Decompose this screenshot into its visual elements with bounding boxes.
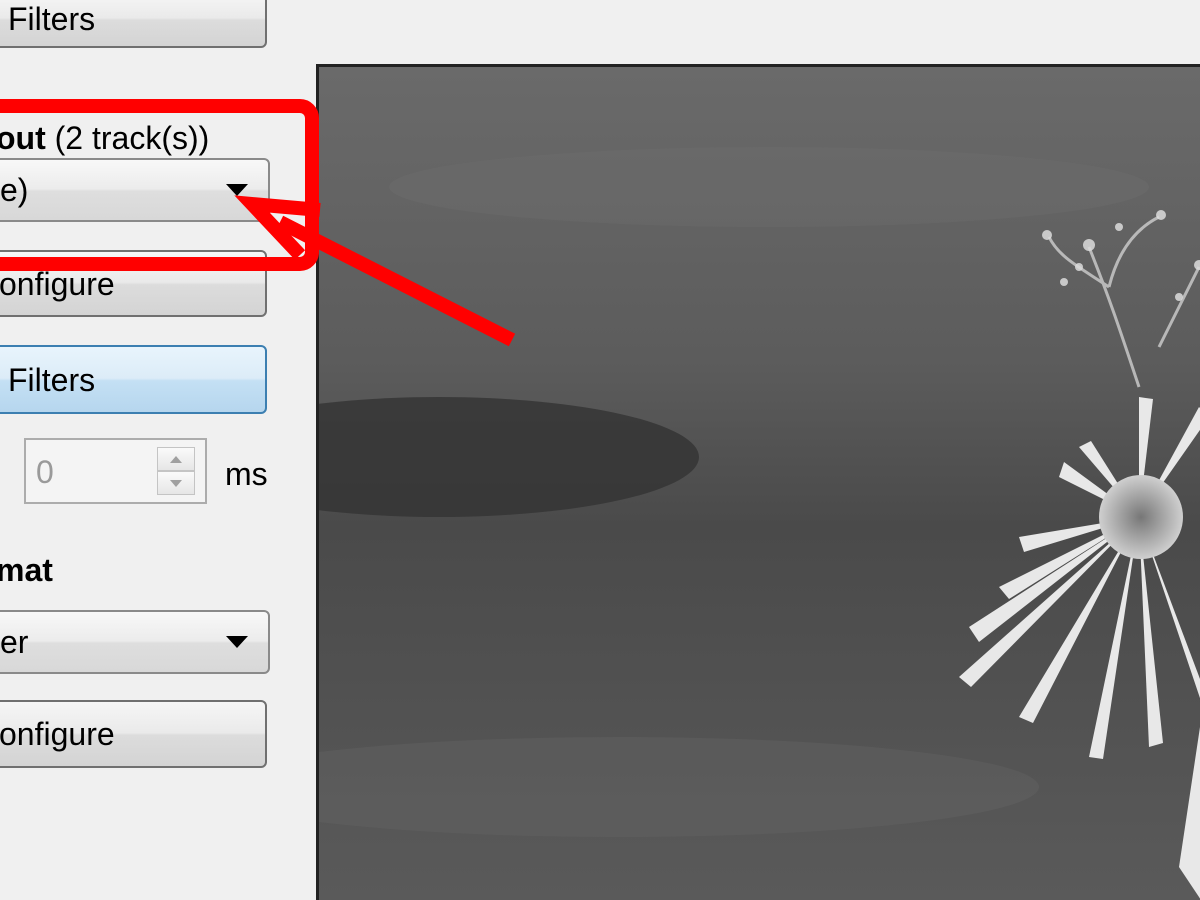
shift-unit: ms <box>225 456 268 492</box>
output-format-dropdown[interactable]: er <box>0 610 270 674</box>
audio-filters-button[interactable]: Filters <box>0 345 267 414</box>
audio-configure-button[interactable]: onfigure <box>0 250 267 317</box>
audio-output-label: out (2 track(s)) <box>0 120 209 157</box>
audio-codec-dropdown[interactable]: e) <box>0 158 270 222</box>
spin-buttons <box>157 447 195 495</box>
audio-output-track-count: (2 track(s)) <box>45 120 210 156</box>
shift-value: 0 <box>36 454 54 490</box>
arrow-up-icon <box>170 455 182 463</box>
arrow-down-icon <box>170 479 182 487</box>
audio-output-title: out <box>0 120 46 156</box>
spin-up-button[interactable] <box>157 447 195 471</box>
format-configure-button[interactable]: onfigure <box>0 700 267 768</box>
chevron-down-icon <box>226 636 248 648</box>
chevron-down-icon <box>226 184 248 196</box>
output-format-label: mat <box>0 552 53 588</box>
output-format-value: er <box>0 623 29 660</box>
format-configure-label: onfigure <box>0 716 115 752</box>
flower-preview-image <box>319 67 1200 900</box>
spin-down-button[interactable] <box>157 471 195 495</box>
left-panel: Filters out (2 track(s)) e) onfigure Fil… <box>0 0 316 900</box>
video-preview <box>316 64 1200 900</box>
video-filters-button[interactable]: Filters <box>0 0 267 48</box>
audio-configure-label: onfigure <box>0 265 115 302</box>
audio-filters-label: Filters <box>8 361 96 398</box>
shift-spinbox[interactable]: 0 <box>24 438 207 504</box>
audio-codec-value: e) <box>0 171 29 208</box>
video-filters-label: Filters <box>8 1 96 37</box>
